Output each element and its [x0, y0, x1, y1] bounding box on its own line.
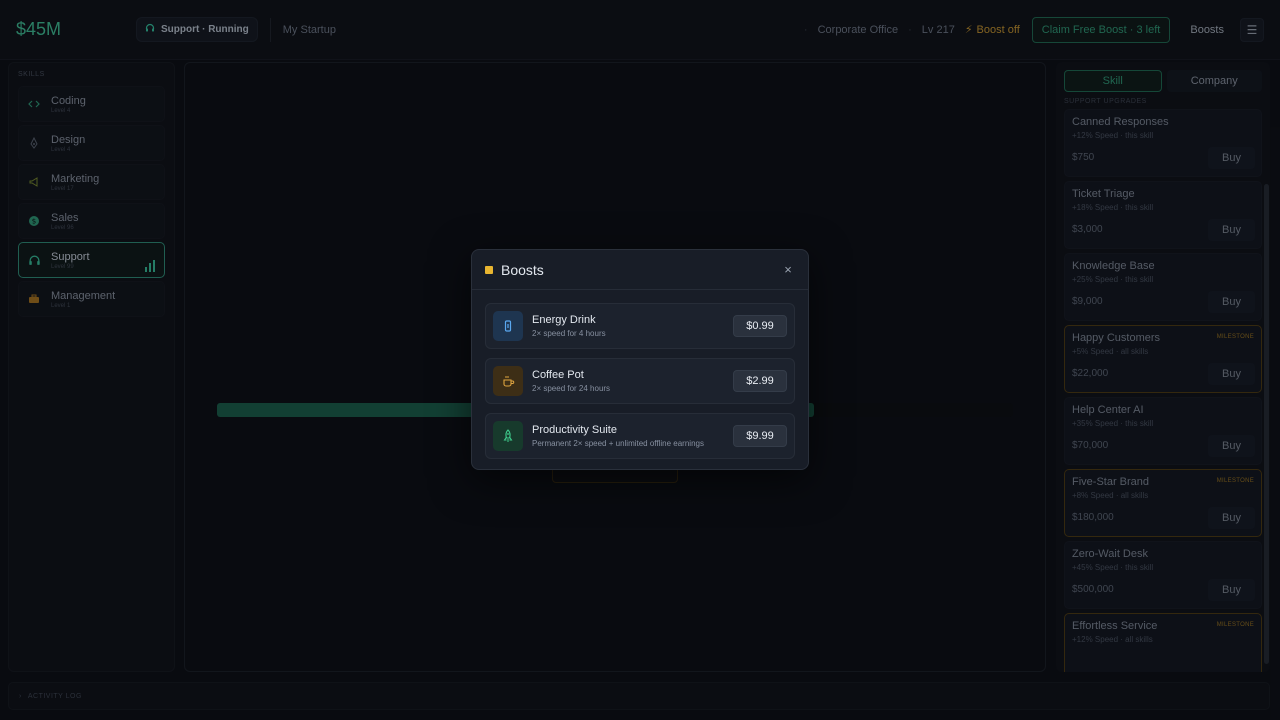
boost-item: Coffee Pot 2× speed for 24 hours $2.99 [485, 358, 795, 404]
boost-item: Productivity Suite Permanent 2× speed + … [485, 413, 795, 459]
boost-name: Productivity Suite [532, 424, 617, 436]
boosts-modal: Boosts × Energy Drink 2× speed for 4 hou… [471, 249, 809, 470]
boost-text: Energy Drink 2× speed for 4 hours [532, 314, 733, 338]
buy-boost-button[interactable]: $0.99 [733, 315, 787, 337]
boost-name: Coffee Pot [532, 369, 584, 381]
boost-item: Energy Drink 2× speed for 4 hours $0.99 [485, 303, 795, 349]
boost-list: Energy Drink 2× speed for 4 hours $0.99 … [472, 290, 808, 459]
boost-text: Productivity Suite Permanent 2× speed + … [532, 424, 733, 448]
buy-boost-button[interactable]: $9.99 [733, 425, 787, 447]
app-root: $45M Support · Running My Startup · Corp… [0, 0, 1280, 720]
modal-header: Boosts × [472, 250, 808, 290]
modal-title: Boosts [501, 261, 544, 278]
modal-title-marker [485, 265, 493, 274]
rocket-icon [493, 421, 523, 451]
boost-description: Permanent 2× speed + unlimited offline e… [532, 439, 704, 448]
close-icon[interactable]: × [781, 262, 795, 277]
boost-description: 2× speed for 24 hours [532, 384, 611, 393]
coffee-icon [493, 366, 523, 396]
boost-description: 2× speed for 4 hours [532, 329, 606, 338]
boost-text: Coffee Pot 2× speed for 24 hours [532, 369, 733, 393]
buy-boost-button[interactable]: $2.99 [733, 370, 787, 392]
energy-can-icon [493, 311, 523, 341]
boost-name: Energy Drink [532, 314, 596, 326]
